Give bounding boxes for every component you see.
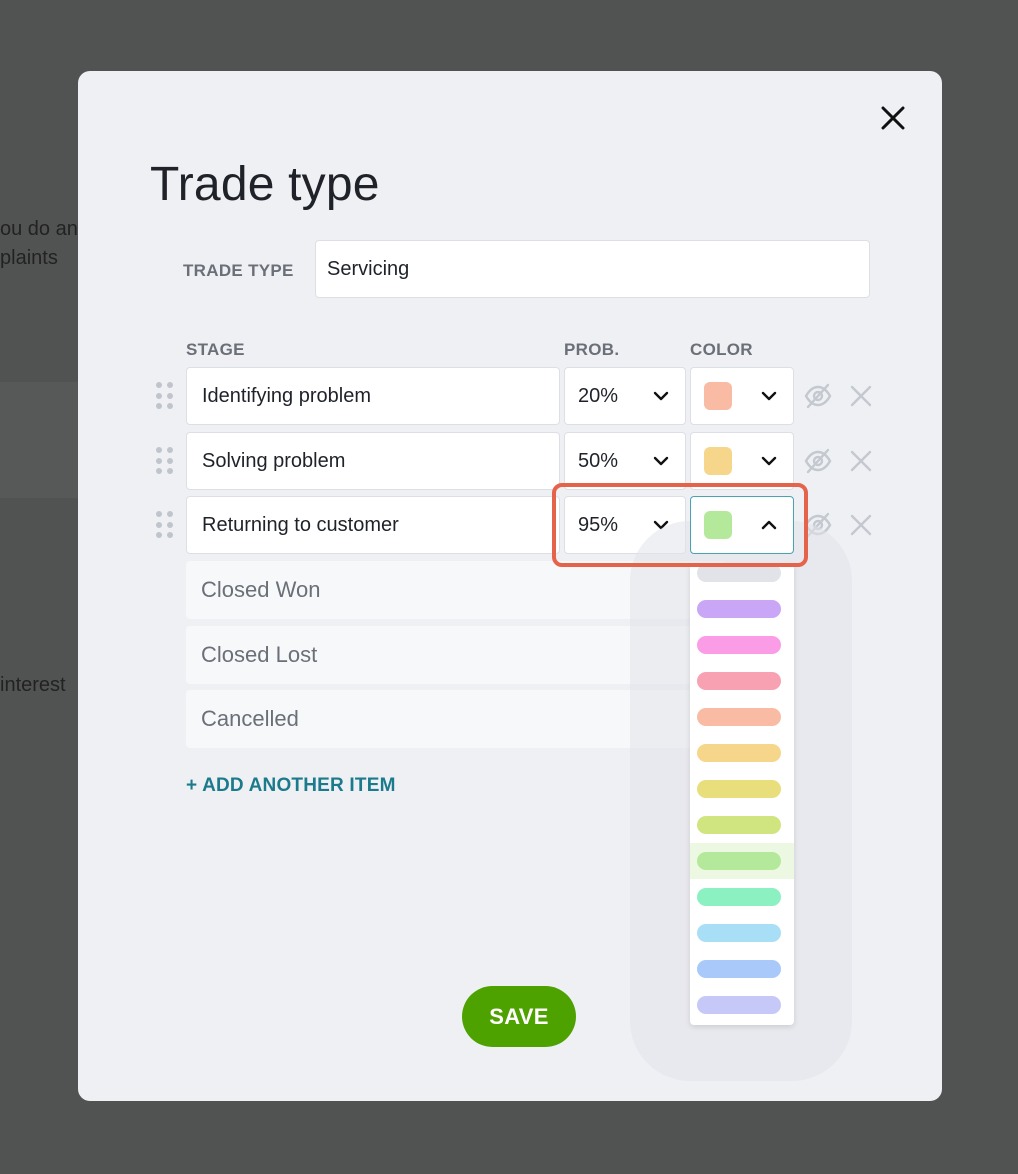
color-option[interactable] [690, 879, 794, 915]
color-option-swatch [697, 565, 781, 582]
color-option-swatch [697, 924, 781, 942]
color-option[interactable] [690, 735, 794, 771]
color-option[interactable] [690, 843, 794, 879]
probability-select[interactable]: 50% [564, 432, 686, 490]
color-option[interactable] [690, 807, 794, 843]
color-option-swatch [697, 996, 781, 1014]
chevron-down-icon [653, 391, 669, 401]
drag-handle-icon[interactable] [156, 382, 176, 410]
eye-off-icon[interactable] [804, 448, 832, 474]
trade-type-label: TRADE TYPE [183, 261, 294, 280]
color-option-swatch [697, 708, 781, 726]
add-another-item-link[interactable]: + ADD ANOTHER ITEM [186, 775, 396, 797]
color-option[interactable] [690, 699, 794, 735]
color-option-swatch [697, 816, 781, 834]
close-button[interactable] [878, 103, 908, 133]
background-text: ou do an [0, 218, 78, 240]
color-option-swatch [697, 672, 781, 690]
open-color-select-row [156, 496, 796, 554]
color-option-swatch [697, 888, 781, 906]
color-option[interactable] [690, 951, 794, 987]
color-select[interactable] [690, 367, 794, 425]
color-option-swatch [697, 744, 781, 762]
color-option[interactable] [690, 565, 794, 591]
stage-name-input[interactable]: Identifying problem [186, 367, 560, 425]
trade-type-input[interactable] [315, 240, 870, 298]
color-option-swatch [697, 960, 781, 978]
stage-row: Solving problem 50% [156, 432, 876, 490]
color-option[interactable] [690, 591, 794, 627]
chevron-down-icon [761, 391, 777, 401]
probability-select[interactable]: 20% [564, 367, 686, 425]
color-column-header: COLOR [690, 340, 753, 359]
trade-type-modal: Trade type TRADE TYPE STAGE PROB. COLOR … [78, 71, 942, 1101]
color-swatch [704, 382, 732, 410]
stage-name-input[interactable]: Solving problem [186, 432, 560, 490]
remove-icon[interactable] [850, 450, 872, 472]
color-option[interactable] [690, 915, 794, 951]
modal-title: Trade type [150, 158, 380, 211]
color-option-swatch [697, 600, 781, 618]
save-button[interactable]: SAVE [462, 986, 576, 1047]
chevron-up-icon [761, 520, 777, 530]
close-icon [881, 106, 905, 130]
background-row [0, 382, 80, 498]
chevron-down-icon [653, 456, 669, 466]
stage-row: Identifying problem 20% [156, 367, 876, 425]
chevron-down-icon [761, 456, 777, 466]
color-dropdown-menu [690, 565, 794, 1025]
background-text: plaints [0, 247, 58, 269]
remove-icon[interactable] [850, 514, 872, 536]
stage-column-header: STAGE [186, 340, 245, 359]
drag-handle-icon[interactable] [156, 447, 176, 475]
color-option-swatch [697, 780, 781, 798]
background-text: interest [0, 674, 66, 696]
color-swatch [704, 511, 732, 539]
color-option[interactable] [690, 627, 794, 663]
probability-value: 50% [578, 449, 619, 472]
color-option-swatch [697, 852, 781, 870]
prob-column-header: PROB. [564, 340, 620, 359]
remove-icon[interactable] [850, 385, 872, 407]
color-option[interactable] [690, 987, 794, 1023]
probability-value: 20% [578, 384, 619, 407]
color-select[interactable] [690, 432, 794, 490]
eye-off-icon[interactable] [804, 383, 832, 409]
color-swatch [704, 447, 732, 475]
color-option-swatch [697, 636, 781, 654]
color-option[interactable] [690, 771, 794, 807]
color-option[interactable] [690, 663, 794, 699]
color-select[interactable] [690, 496, 794, 554]
